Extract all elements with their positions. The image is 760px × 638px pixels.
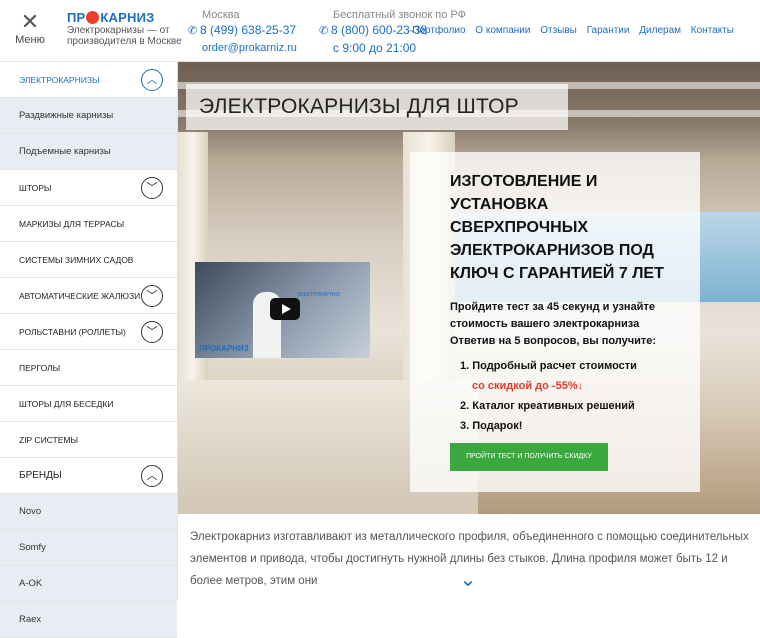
offer-list-item: 1. Подробный расчет стоимости: [460, 360, 637, 372]
email-link[interactable]: order@prokarniz.ru: [188, 41, 297, 56]
chevron-down-icon[interactable]: ﹀: [141, 177, 163, 199]
menu-label: Меню: [15, 34, 45, 46]
logo-name: ПР КАРНИЗ: [67, 10, 155, 25]
nav-dealers[interactable]: Дилерам: [639, 25, 681, 36]
chevron-down-icon[interactable]: ⌄: [456, 570, 480, 590]
close-icon: ✕: [20, 9, 40, 34]
phone-icon: ✆: [188, 25, 198, 37]
sidebar-item-blinds[interactable]: АВТОМАТИЧЕСКИЕ ЖАЛЮЗИ ﹀: [0, 278, 177, 314]
page-title-box: ЭЛЕКТРОКАРНИЗЫ ДЛЯ ШТОР: [186, 84, 568, 130]
logo-tagline-2: производителя в Москве: [67, 36, 182, 47]
video-player[interactable]: ЭЛЕКТРОКАРНИЗ ПРОКАРНИЗ: [195, 262, 370, 358]
sidebar-item-shutters[interactable]: РОЛЬСТАВНИ (РОЛЛЕТЫ) ﹀: [0, 314, 177, 350]
sidebar-item-zip[interactable]: ZIP СИСТЕМЫ: [0, 422, 177, 458]
nav-reviews[interactable]: Отзывы: [540, 25, 577, 36]
sidebar-item-pergolas[interactable]: ПЕРГОЛЫ: [0, 350, 177, 386]
hero-banner: ЭЛЕКТРОКАРНИЗЫ ДЛЯ ШТОР ЭЛЕКТРОКАРНИЗ ПР…: [178, 62, 760, 514]
chevron-up-icon[interactable]: ︿: [141, 69, 163, 91]
chevron-down-icon[interactable]: ﹀: [141, 285, 163, 307]
phone-icon: ✆: [319, 25, 329, 37]
logo-tagline-1: Электрокарнизы — от: [67, 25, 170, 36]
sidebar-item-gazebo-curtains[interactable]: ШТОРЫ ДЛЯ БЕСЕДКИ: [0, 386, 177, 422]
sidebar-item-novo[interactable]: Novo: [0, 494, 177, 530]
logo-ball-icon: [86, 11, 100, 24]
sidebar-item-electrocornices[interactable]: ЭЛЕКТРОКАРНИЗЫ ︿: [0, 62, 177, 98]
play-icon[interactable]: [270, 298, 300, 320]
sidebar-item-lifting[interactable]: Подъемные карнизы: [0, 134, 177, 170]
nav-portfolio[interactable]: Портфолио: [412, 25, 465, 36]
sidebar-item-winter-gardens[interactable]: СИСТЕМЫ ЗИМНИХ САДОВ: [0, 242, 177, 278]
offer-panel: ИЗГОТОВЛЕНИЕ И УСТАНОВКА СВЕРХПРОЧНЫХ ЭЛ…: [410, 152, 700, 492]
menu-button[interactable]: ✕ Меню: [10, 10, 50, 52]
chevron-down-icon[interactable]: ﹀: [141, 321, 163, 343]
sidebar-item-somfy[interactable]: Somfy: [0, 530, 177, 566]
working-hours: с 9:00 до 21:00: [333, 41, 417, 55]
sidebar-item-a-ok[interactable]: A-OK: [0, 566, 177, 602]
top-nav: Портфолио О компании Отзывы Гарантии Дил…: [405, 25, 734, 36]
contact-moscow: Москва ✆ 8 (499) 638-25-37 order@prokarni…: [188, 9, 297, 56]
site-header: ✕ Меню ПР КАРНИЗ Электрокарнизы — от прои…: [0, 0, 760, 62]
sidebar-item-awnings[interactable]: МАРКИЗЫ ДЛЯ ТЕРРАСЫ: [0, 206, 177, 242]
page-title: ЭЛЕКТРОКАРНИЗЫ ДЛЯ ШТОР: [199, 95, 519, 118]
logo[interactable]: ПР КАРНИЗ Электрокарнизы — от производите…: [67, 10, 187, 47]
discount-text: со скидкой до -55%↓: [472, 380, 584, 392]
sidebar-item-brands[interactable]: БРЕНДЫ ︿: [0, 458, 177, 494]
sidebar-item-curtains[interactable]: ШТОРЫ ﹀: [0, 170, 177, 206]
sidebar-item-raex[interactable]: Raex: [0, 602, 177, 638]
chevron-up-icon[interactable]: ︿: [141, 465, 163, 487]
sidebar-item-sliding[interactable]: Раздвижные карнизы: [0, 98, 177, 134]
offer-intro: Пройдите тест за 45 секунд и узнайте сто…: [450, 301, 657, 347]
sidebar-menu: ЭЛЕКТРОКАРНИЗЫ ︿ Раздвижные карнизы Подъе…: [0, 62, 178, 638]
video-logo: ПРОКАРНИЗ: [199, 344, 249, 353]
nav-guarantees[interactable]: Гарантии: [587, 25, 630, 36]
nav-contacts[interactable]: Контакты: [691, 25, 734, 36]
offer-list-item: 3. Подарок!: [460, 420, 523, 432]
phone-moscow[interactable]: ✆ 8 (499) 638-25-37: [188, 23, 297, 39]
free-call-label: Бесплатный звонок по РФ: [333, 9, 466, 21]
offer-title: ИЗГОТОВЛЕНИЕ И УСТАНОВКА СВЕРХПРОЧНЫХ ЭЛ…: [450, 173, 664, 282]
nav-about[interactable]: О компании: [475, 25, 530, 36]
offer-list-item: 2. Каталог креативных решений: [460, 400, 635, 412]
contact-city: Москва: [202, 9, 240, 21]
offer-list: 1. Подробный расчет стоимости со скидкой…: [450, 356, 678, 436]
video-caption: ЭЛЕКТРОКАРНИЗ: [297, 292, 340, 298]
take-test-button[interactable]: ПРОЙТИ ТЕСТ И ПОЛУЧИТЬ СКИДКУ: [450, 443, 608, 471]
